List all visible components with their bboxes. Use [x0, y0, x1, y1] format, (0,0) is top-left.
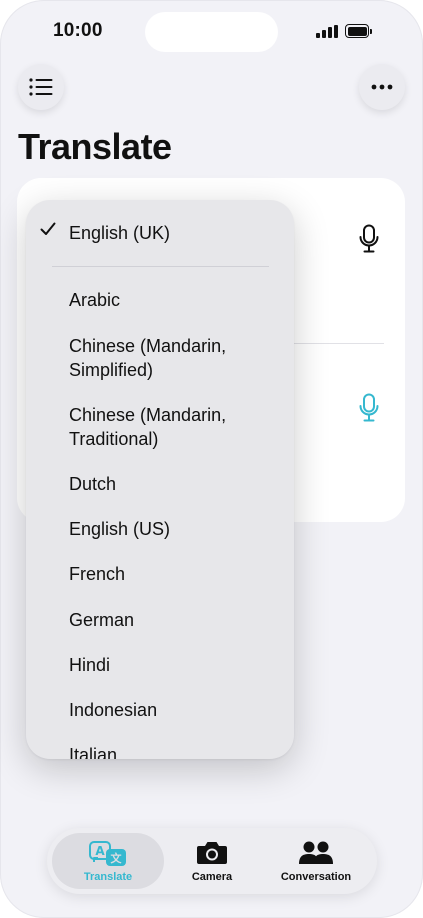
- cellular-signal-icon: [316, 25, 338, 38]
- dropdown-separator: [52, 266, 269, 267]
- language-option[interactable]: Chinese (Mandarin, Traditional): [69, 403, 279, 451]
- card-divider: [294, 343, 384, 344]
- microphone-icon[interactable]: [359, 393, 379, 423]
- svg-text:文: 文: [111, 851, 123, 865]
- tab-bar: A 文 Translate Camera Conversation: [47, 828, 377, 894]
- language-option[interactable]: Dutch: [69, 472, 279, 496]
- camera-icon: [197, 842, 227, 864]
- language-option[interactable]: German: [69, 608, 279, 632]
- tab-label: Camera: [191, 871, 233, 883]
- language-option[interactable]: Indonesian: [69, 698, 279, 722]
- list-menu-button[interactable]: [18, 64, 64, 110]
- language-option[interactable]: Chinese (Mandarin, Simplified): [69, 334, 279, 382]
- language-option[interactable]: Arabic: [69, 288, 279, 312]
- more-options-button[interactable]: [359, 64, 405, 110]
- translate-icon: A 文: [89, 841, 126, 866]
- tab-translate[interactable]: A 文 Translate: [52, 833, 164, 889]
- page-title: Translate: [18, 126, 172, 167]
- dynamic-island: [145, 12, 278, 52]
- language-option-selected[interactable]: English (UK): [69, 221, 279, 245]
- battery-icon: [345, 24, 372, 38]
- svg-text:A: A: [95, 844, 105, 858]
- language-option[interactable]: French: [69, 562, 279, 586]
- tab-label: Conversation: [280, 871, 352, 883]
- language-option[interactable]: Hindi: [69, 653, 279, 677]
- language-dropdown: English (UK) Arabic Chinese (Mandarin, S…: [26, 200, 294, 759]
- tab-conversation[interactable]: Conversation: [260, 833, 372, 889]
- ellipsis-icon: [371, 84, 393, 90]
- status-time: 10:00: [53, 20, 103, 41]
- list-icon: [29, 78, 53, 96]
- checkmark-icon: [40, 222, 56, 235]
- language-option[interactable]: English (US): [69, 517, 279, 541]
- microphone-icon[interactable]: [359, 224, 379, 254]
- tab-label: Translate: [83, 871, 133, 883]
- people-icon: [299, 841, 333, 864]
- language-option[interactable]: Italian: [69, 743, 279, 759]
- phone-screen: 10:00 Translate English (UK) Arabic Chin…: [0, 0, 423, 918]
- tab-camera[interactable]: Camera: [156, 833, 268, 889]
